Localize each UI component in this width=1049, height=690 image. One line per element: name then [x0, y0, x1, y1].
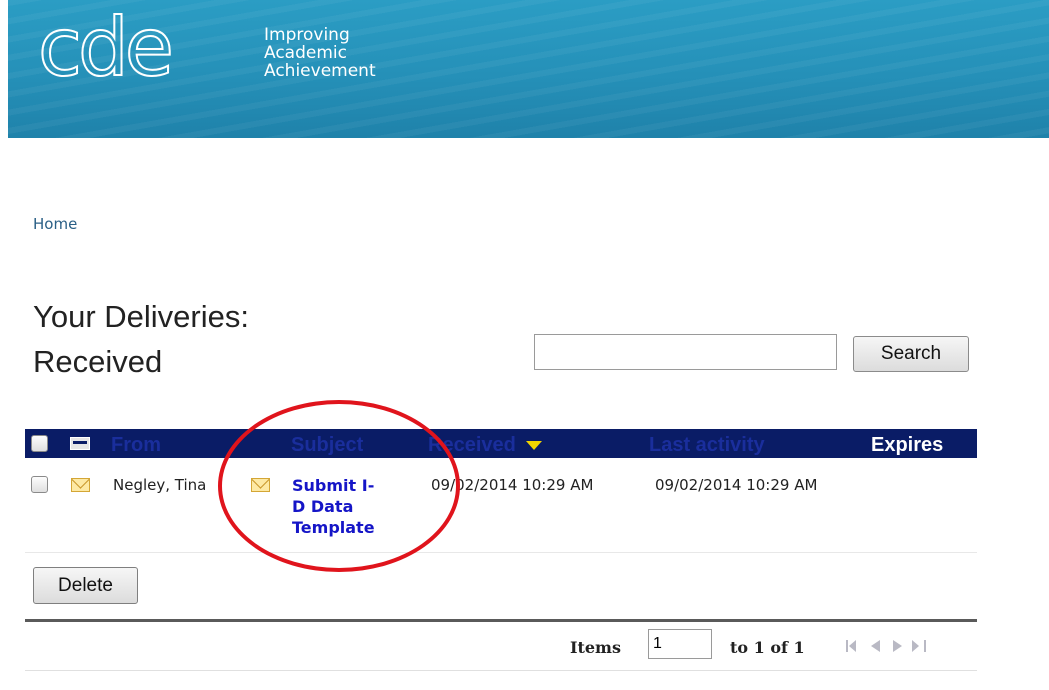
message-type-icon: [70, 437, 90, 450]
column-header-received-label: Received: [428, 434, 516, 456]
breadcrumb-home-link[interactable]: Home: [33, 215, 77, 233]
subject-line: D Data: [292, 497, 354, 516]
subject-line: Template: [292, 518, 375, 537]
envelope-icon: [71, 478, 90, 492]
subject-link[interactable]: Submit I- D Data Template: [292, 475, 412, 538]
search-button[interactable]: Search: [853, 336, 969, 372]
column-header-from[interactable]: From: [111, 434, 161, 457]
column-header-last-activity[interactable]: Last activity: [649, 434, 765, 457]
pager-items-label: Items: [570, 638, 621, 657]
page-title-line1: Your Deliveries:: [33, 299, 249, 334]
delete-button[interactable]: Delete: [33, 567, 138, 604]
search-input[interactable]: [534, 334, 837, 370]
tagline-line: Academic: [264, 43, 347, 63]
tagline-line: Improving: [264, 25, 350, 45]
sort-descending-icon: [525, 441, 542, 451]
column-header-expires[interactable]: Expires: [871, 434, 943, 457]
tagline-line: Achievement: [264, 61, 376, 81]
select-all-checkbox[interactable]: [31, 435, 48, 452]
received-cell: 09/02/2014 10:29 AM: [431, 476, 594, 494]
deliveries-grid-header: From Subject Received Last activity Expi…: [25, 429, 977, 458]
envelope-icon: [251, 478, 270, 492]
cde-logo[interactable]: cde: [37, 7, 175, 89]
from-cell: Negley, Tina: [113, 476, 207, 494]
column-header-subject[interactable]: Subject: [291, 434, 363, 457]
column-header-received[interactable]: Received: [428, 434, 542, 457]
page-title: Your Deliveries: Received: [33, 294, 249, 384]
pager-page-input[interactable]: [648, 629, 712, 659]
pager-range-text: to 1 of 1: [730, 638, 805, 657]
pager: Items to 1 of 1: [25, 624, 977, 671]
subject-line: Submit I-: [292, 476, 375, 495]
site-banner: cde Improving Academic Achievement: [8, 0, 1049, 138]
banner-tagline: Improving Academic Achievement: [264, 26, 376, 80]
row-checkbox[interactable]: [31, 476, 48, 493]
last-activity-cell: 09/02/2014 10:29 AM: [655, 476, 818, 494]
table-row: Negley, Tina Submit I- D Data Template 0…: [25, 464, 977, 553]
last-page-icon[interactable]: [910, 640, 928, 652]
page-title-line2: Received: [33, 344, 163, 379]
previous-page-icon[interactable]: [870, 640, 882, 652]
first-page-icon[interactable]: [846, 640, 864, 652]
divider: [25, 619, 977, 622]
next-page-icon[interactable]: [892, 640, 904, 652]
